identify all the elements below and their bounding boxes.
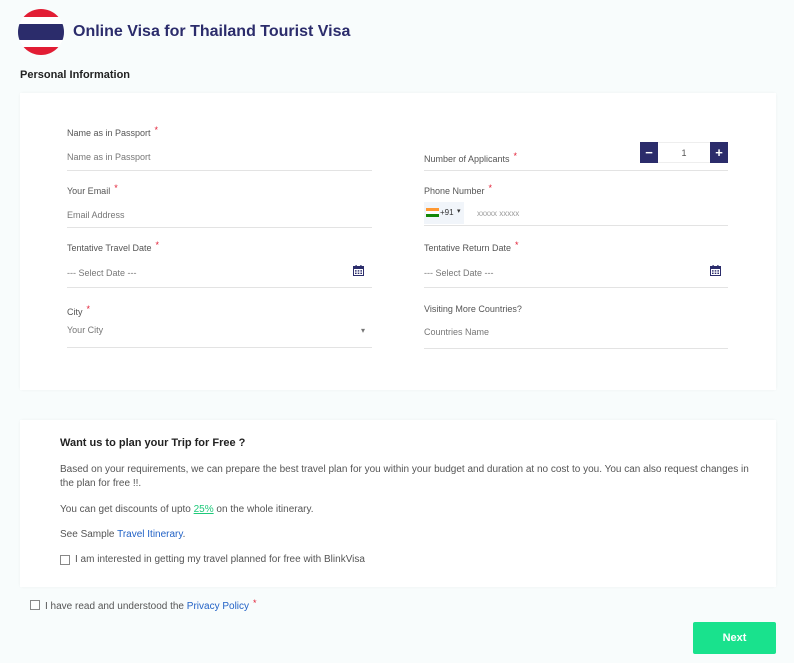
travel-itinerary-link[interactable]: Travel Itinerary xyxy=(117,529,183,540)
sample-itinerary-text: See Sample Travel Itinerary. xyxy=(60,529,186,540)
plan-trip-card: Want us to plan your Trip for Free ? Bas… xyxy=(20,420,776,587)
discount-percent: 25% xyxy=(193,504,214,515)
plan-trip-checkbox[interactable] xyxy=(60,555,70,565)
chevron-down-icon: ▾ xyxy=(457,208,461,215)
chevron-down-icon[interactable]: ▾ xyxy=(361,326,365,335)
applicants-count[interactable]: 1 xyxy=(658,142,710,163)
city-label: City * xyxy=(67,304,91,317)
personal-info-card: Name as in Passport * Name as in Passport… xyxy=(20,93,776,390)
section-label: Personal Information xyxy=(20,69,131,81)
country-code: +91 xyxy=(440,208,454,217)
travel-date-input[interactable]: --- Select Date --- xyxy=(67,268,137,278)
applicants-stepper: − 1 + xyxy=(640,142,728,163)
plan-trip-checkbox-label: I am interested in getting my travel pla… xyxy=(75,554,365,565)
discount-text: You can get discounts of upto 25% on the… xyxy=(60,504,314,515)
calendar-icon[interactable] xyxy=(353,265,364,276)
city-select[interactable]: Your City xyxy=(67,325,103,335)
applicants-label: Number of Applicants * xyxy=(424,151,518,164)
plan-title: Want us to plan your Trip for Free ? xyxy=(60,437,246,449)
india-flag-icon xyxy=(426,208,439,217)
phone-input[interactable]: xxxxx xxxxx xyxy=(477,209,519,218)
email-input[interactable]: Email Address xyxy=(67,210,125,220)
countries-input[interactable]: Countries Name xyxy=(424,327,489,337)
next-button[interactable]: Next xyxy=(693,622,776,654)
return-date-input[interactable]: --- Select Date --- xyxy=(424,268,494,278)
privacy-policy-link[interactable]: Privacy Policy xyxy=(187,601,249,612)
calendar-icon[interactable] xyxy=(710,265,721,276)
decrement-button[interactable]: − xyxy=(640,142,658,163)
privacy-policy-label: I have read and understood the Privacy P… xyxy=(45,598,257,612)
name-label: Name as in Passport * xyxy=(67,125,159,138)
phone-label: Phone Number * xyxy=(424,183,493,196)
thailand-flag-icon xyxy=(18,9,64,55)
page-title: Online Visa for Thailand Tourist Visa xyxy=(73,23,351,40)
header: Online Visa for Thailand Tourist Visa xyxy=(18,8,350,56)
travel-date-label: Tentative Travel Date * xyxy=(67,240,160,253)
return-date-label: Tentative Return Date * xyxy=(424,240,519,253)
plan-description: Based on your requirements, we can prepa… xyxy=(60,464,749,489)
email-label: Your Email * xyxy=(67,183,118,196)
name-input[interactable]: Name as in Passport xyxy=(67,152,151,162)
countries-label: Visiting More Countries? xyxy=(424,304,522,314)
increment-button[interactable]: + xyxy=(710,142,728,163)
privacy-policy-checkbox[interactable] xyxy=(30,600,40,610)
